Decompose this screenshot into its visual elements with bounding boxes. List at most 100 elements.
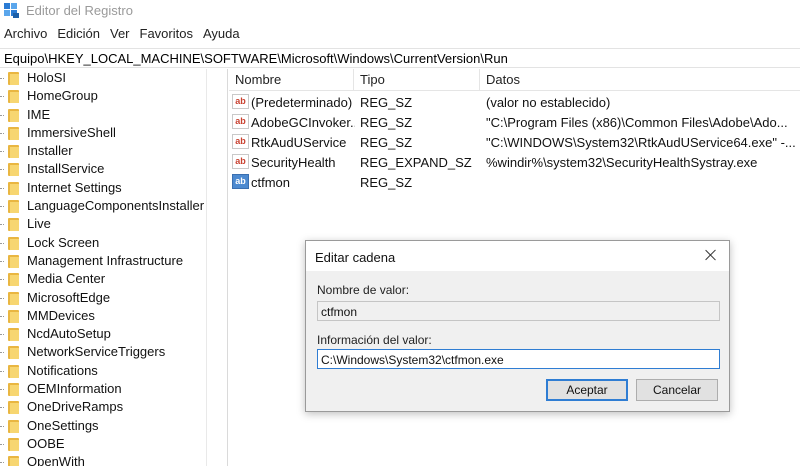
folder-icon [8,328,19,342]
tree-connector [0,224,4,226]
tree-connector [0,96,4,98]
folder-icon [8,456,19,466]
cancel-button[interactable]: Cancelar [636,379,718,401]
tree-item-label: Management Infrastructure [27,252,184,268]
value-data: "C:\Program Files (x86)\Common Files\Ado… [486,115,788,130]
menu-ver[interactable]: Ver [105,24,135,44]
menu-archivo[interactable]: Archivo [0,24,52,44]
value-row[interactable]: ab SecurityHealth REG_EXPAND_SZ %windir%\sy… [229,152,800,172]
folder-icon [8,419,19,433]
value-data: "C:\WINDOWS\System32\RtkAudUService64.ex… [486,135,796,150]
value-name: AdobeGCInvoker... [251,115,355,130]
tree-item[interactable]: NcdAutoSetup [0,325,206,343]
tree-item[interactable]: OEMInformation [0,380,206,398]
column-data-header[interactable]: Datos [486,72,520,87]
tree-connector [0,389,4,391]
value-data-input[interactable]: C:\Windows\System32\ctfmon.exe [317,349,720,369]
folder-icon [8,145,19,159]
tree-scrollbar[interactable] [207,69,228,466]
column-divider[interactable] [353,69,354,91]
folder-icon [8,72,19,85]
dialog-body: Nombre de valor: ctfmon Información del … [306,271,729,411]
tree-item[interactable]: LanguageComponentsInstaller [0,197,206,215]
address-path[interactable]: Equipo\HKEY_LOCAL_MACHINE\SOFTWARE\Micro… [4,51,508,66]
tree-item-label: HoloSI [27,70,67,85]
column-divider[interactable] [479,69,480,91]
column-name-header[interactable]: Nombre [235,72,281,87]
string-value-icon: ab [232,154,249,169]
key-tree: HoloSI HomeGroup IME ImmersiveShell Installe… [0,69,206,466]
folder-icon [8,108,19,122]
value-data-label: Información del valor: [317,333,432,347]
folder-icon [8,90,19,104]
address-bar[interactable]: Equipo\HKEY_LOCAL_MACHINE\SOFTWARE\Micro… [0,48,800,68]
menu-ayuda[interactable]: Ayuda [198,24,245,44]
value-row[interactable]: ab (Predeterminado) REG_SZ (valor no establ… [229,92,800,112]
tree-item[interactable]: Live [0,215,206,233]
dialog-title: Editar cadena [315,250,396,265]
value-name-field: ctfmon [317,301,720,321]
folder-icon [8,181,19,195]
tree-item[interactable]: InstallService [0,160,206,178]
tree-item-label: IME [27,106,51,122]
folder-icon [8,437,19,451]
tree-item-label: Installer [27,143,73,159]
value-row[interactable]: ab ctfmon REG_SZ [229,172,800,192]
tree-item-label: OEMInformation [27,381,122,397]
menu-edicion[interactable]: Edición [52,24,105,44]
tree-item[interactable]: NetworkServiceTriggers [0,343,206,361]
close-icon[interactable] [703,247,719,263]
value-name: ctfmon [251,175,291,190]
tree-item-label: Lock Screen [27,234,100,250]
accept-button[interactable]: Aceptar [546,379,628,401]
tree-connector [0,315,4,317]
tree-item[interactable]: ImmersiveShell [0,124,206,142]
tree-item[interactable]: IME [0,106,206,124]
folder-icon [8,383,19,397]
tree-connector [0,114,4,116]
tree-item[interactable]: MicrosoftEdge [0,289,206,307]
folder-icon [8,291,19,305]
tree-connector [0,352,4,354]
tree-item[interactable]: Notifications [0,362,206,380]
tree-connector [0,151,4,153]
tree-connector [0,78,4,79]
value-name: (Predeterminado) [251,95,353,110]
tree-item-label: LanguageComponentsInstaller [27,198,205,214]
tree-item[interactable]: HoloSI [0,69,206,87]
tree-item-label: OOBE [27,435,65,451]
folder-icon [8,346,19,360]
value-data: (valor no establecido) [486,95,611,110]
value-type: REG_SZ [360,175,413,190]
column-type-header[interactable]: Tipo [360,72,385,87]
registry-editor-icon [4,3,19,18]
tree-item[interactable]: Lock Screen [0,234,206,252]
folder-icon [8,273,19,287]
tree-item[interactable]: Media Center [0,270,206,288]
folder-icon [8,163,19,177]
folder-icon [8,254,19,268]
tree-item-label: Notifications [27,362,98,378]
tree-item[interactable]: OOBE [0,435,206,453]
string-value-icon: ab [232,94,249,109]
value-type: REG_SZ [360,135,413,150]
value-row[interactable]: ab AdobeGCInvoker... REG_SZ "C:\Program Fil… [229,112,800,132]
title-bar: Editor del Registro [0,0,800,22]
tree-item[interactable]: OneSettings [0,417,206,435]
tree-item-label: Media Center [27,271,106,287]
tree-connector [0,370,4,372]
menu-favoritos[interactable]: Favoritos [135,24,198,44]
tree-item[interactable]: MMDevices [0,307,206,325]
tree-item[interactable]: OneDriveRamps [0,398,206,416]
value-name: SecurityHealth [251,155,336,170]
tree-item[interactable]: Internet Settings [0,179,206,197]
tree-item[interactable]: HomeGroup [0,87,206,105]
tree-item[interactable]: OpenWith [0,453,206,466]
value-row[interactable]: ab RtkAudUService REG_SZ "C:\WINDOWS\System… [229,132,800,152]
value-type: REG_SZ [360,115,413,130]
tree-item[interactable]: Management Infrastructure [0,252,206,270]
string-value-icon: ab [232,134,249,149]
tree-item[interactable]: Installer [0,142,206,160]
edit-string-dialog: Editar cadena Nombre de valor: ctfmon In… [305,240,730,412]
tree-item-label: OneDriveRamps [27,399,124,415]
